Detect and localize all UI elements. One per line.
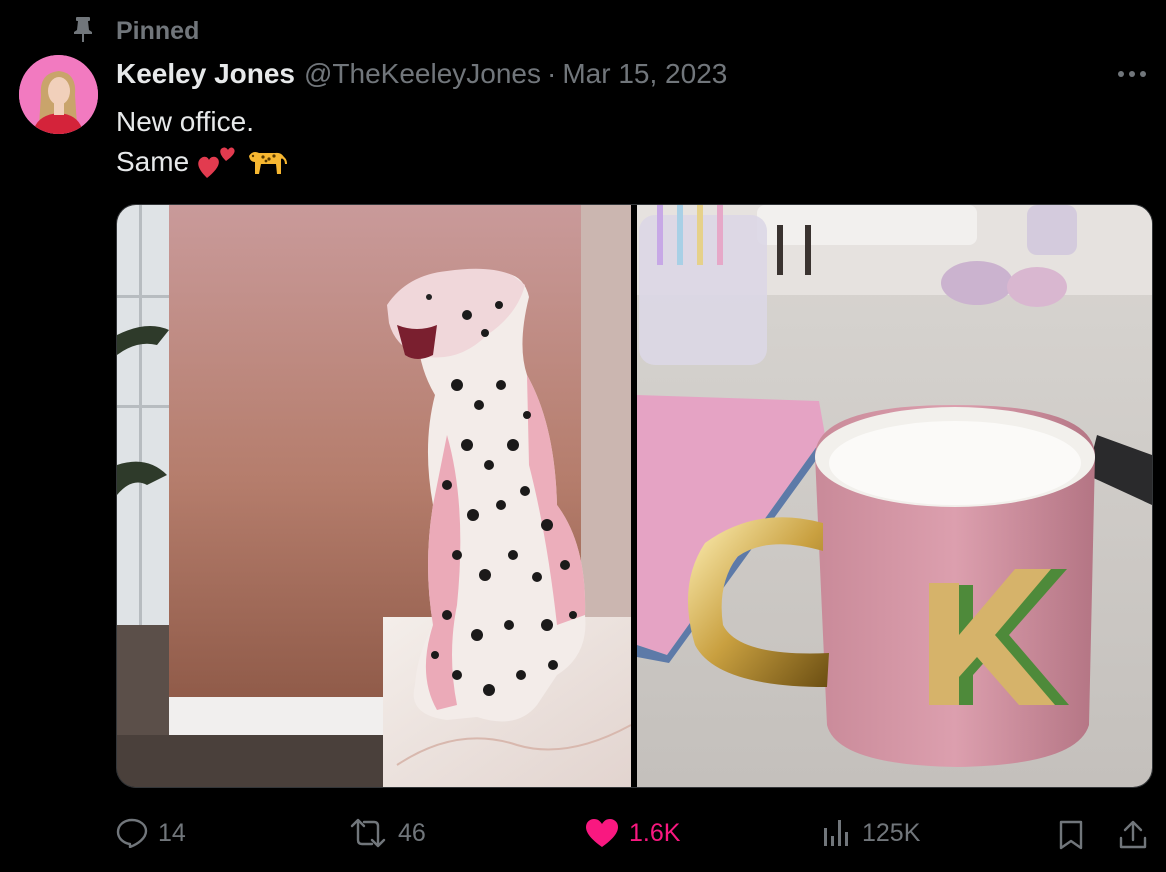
more-options-icon[interactable] [1115,66,1149,82]
tweet-text: New office. Same [116,102,288,182]
reply-count: 14 [158,818,186,847]
tweet-header: Keeley Jones @TheKeeleyJones · Mar 15, 2… [116,58,727,94]
views-count: 125K [862,818,921,847]
views-icon [824,820,848,846]
two-hearts-icon [198,147,235,178]
tweet-line-2: Same [116,146,190,177]
avatar-image [19,55,98,134]
like-button[interactable]: 1.6K [585,808,680,858]
repost-count: 46 [398,818,426,847]
heart-icon [586,819,618,847]
repost-button[interactable]: 46 [348,808,426,858]
author-name[interactable]: Keeley Jones [116,58,295,90]
share-icon[interactable] [1118,820,1148,850]
tweet-line-2-row: Same [116,142,288,182]
author-handle[interactable]: @TheKeeleyJones [304,58,541,90]
pin-icon [74,17,92,42]
like-count: 1.6K [629,818,681,847]
views-button[interactable]: 125K [822,808,920,858]
leopard-icon [249,152,288,174]
k-monogram-mug-photo[interactable] [637,205,1152,787]
post-date[interactable]: Mar 15, 2023 [562,58,727,90]
tweet-actions: 14 46 1.6K 125K [0,808,1166,858]
media-grid[interactable] [116,204,1153,788]
separator: · [547,58,557,89]
pinned-label: Pinned [116,17,200,45]
reply-icon [116,818,148,848]
repost-icon [350,818,386,848]
reply-button[interactable]: 14 [116,808,186,858]
pink-leopard-statue-photo[interactable] [117,205,631,787]
bookmark-icon[interactable] [1058,820,1084,850]
tweet-line-1: New office. [116,106,254,137]
avatar[interactable] [19,55,98,134]
